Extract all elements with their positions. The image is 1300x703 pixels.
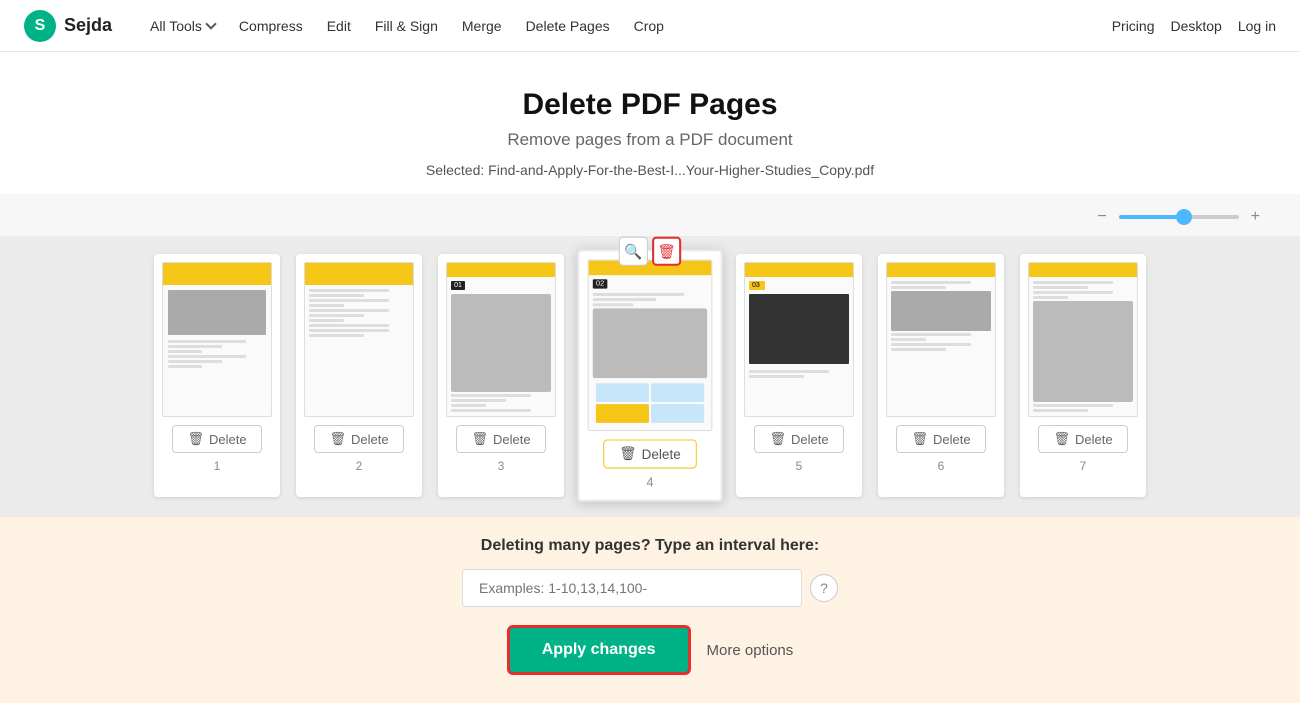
thumb-badge: 03 [749,281,765,290]
thumb-grid [593,380,707,426]
thumb-dark-block [749,294,849,364]
thumb-image [593,308,707,378]
interval-label: Deleting many pages? Type an interval he… [20,537,1280,555]
trash-icon: 🗑 [471,431,488,447]
thumb-body: 02 [589,275,712,430]
thumb-body: 01 [447,277,555,416]
page-card-2: 🗑 Delete 2 [296,254,422,497]
page-card-7: 🗑 Delete 7 [1020,254,1146,497]
desktop-link[interactable]: Desktop [1170,18,1221,34]
pricing-link[interactable]: Pricing [1112,18,1155,34]
logo-text: Sejda [64,15,112,36]
page-number-6: 6 [938,459,945,473]
page-thumb-3: 01 [446,262,556,417]
thumb-header [163,263,271,285]
thumb-body [887,277,995,416]
hero-section: Delete PDF Pages Remove pages from a PDF… [0,52,1300,194]
chevron-down-icon [205,18,216,29]
trash-icon: 🗑 [619,446,636,463]
page-thumb-1 [162,262,272,417]
delete-page-7-button[interactable]: 🗑 Delete [1038,425,1127,453]
zoom-page-button[interactable]: 🔍 [619,237,648,266]
thumb-image [891,291,991,331]
page-card-5: 03 🗑 Delete 5 [736,254,862,497]
thumb-image [168,290,266,335]
zoom-out-button[interactable]: − [1093,204,1110,230]
trash-icon: 🗑 [187,431,204,447]
thumb-body [163,285,271,373]
thumb-body: 03 [745,277,853,416]
selected-file: Selected: Find-and-Apply-For-the-Best-I.… [20,162,1280,178]
delete-page-5-button[interactable]: 🗑 Delete [754,425,843,453]
logo[interactable]: S Sejda [24,10,112,42]
card-actions: 🔍 🗑 [619,237,681,266]
page-thumb-4: 02 [588,260,713,432]
thumb-header [447,263,555,277]
thumb-image [451,294,551,392]
interval-row: ? [20,569,1280,607]
crop-link[interactable]: Crop [624,12,674,40]
trash-icon: 🗑 [769,431,786,447]
thumb-header [305,263,413,285]
page-number-1: 1 [214,459,221,473]
merge-link[interactable]: Merge [452,12,512,40]
page-thumb-5: 03 [744,262,854,417]
thumb-header [745,263,853,277]
pages-area: 🗑 Delete 1 [0,236,1300,517]
filename: Find-and-Apply-For-the-Best-I...Your-Hig… [488,162,874,178]
fill-sign-link[interactable]: Fill & Sign [365,12,448,40]
zoom-in-button[interactable]: + [1247,204,1264,230]
edit-link[interactable]: Edit [317,12,361,40]
page-card-4: 🔍 🗑 02 [577,249,723,502]
logo-icon: S [24,10,56,42]
page-card-1: 🗑 Delete 1 [154,254,280,497]
page-number-5: 5 [796,459,803,473]
thumb-body [305,285,413,416]
trash-icon: 🗑 [1053,431,1070,447]
more-options-link[interactable]: More options [707,642,794,659]
page-thumb-6 [886,262,996,417]
trash-icon: 🗑 [911,431,928,447]
thumb-header [887,263,995,277]
delete-page-4-button[interactable]: 🗑 Delete [604,439,697,468]
page-thumb-7 [1028,262,1138,417]
apply-changes-button[interactable]: Apply changes [507,625,691,675]
zoom-bar: − + [0,194,1300,236]
thumb-body [1029,277,1137,416]
thumb-image [1033,301,1133,402]
page-subtitle: Remove pages from a PDF document [20,130,1280,150]
nav-right: Pricing Desktop Log in [1112,18,1276,34]
zoom-slider[interactable] [1119,215,1239,219]
delete-page-3-button[interactable]: 🗑 Delete [456,425,545,453]
bottom-area: Deleting many pages? Type an interval he… [0,517,1300,703]
apply-row: Apply changes More options [20,625,1280,675]
interval-input[interactable] [462,569,802,607]
page-number-2: 2 [356,459,363,473]
nav-links: All Tools Compress Edit Fill & Sign Merg… [140,12,1112,40]
page-number-7: 7 [1080,459,1087,473]
page-thumb-2 [304,262,414,417]
thumb-badge: 01 [451,281,465,290]
page-card-6: 🗑 Delete 6 [878,254,1004,497]
page-title: Delete PDF Pages [20,88,1280,122]
delete-page-2-button[interactable]: 🗑 Delete [314,425,403,453]
delete-pages-link[interactable]: Delete Pages [516,12,620,40]
all-tools-link[interactable]: All Tools [140,12,225,40]
delete-page-icon-button[interactable]: 🗑 [652,237,681,266]
navbar: S Sejda All Tools Compress Edit Fill & S… [0,0,1300,52]
page-number-4: 4 [647,475,654,490]
page-card-3: 01 🗑 Delete 3 [438,254,564,497]
help-button[interactable]: ? [810,574,838,602]
main-content: Delete PDF Pages Remove pages from a PDF… [0,52,1300,703]
trash-icon: 🗑 [329,431,346,447]
login-link[interactable]: Log in [1238,18,1276,34]
compress-link[interactable]: Compress [229,12,313,40]
page-number-3: 3 [498,459,505,473]
thumb-header [1029,263,1137,277]
thumb-badge: 02 [593,279,608,288]
delete-page-1-button[interactable]: 🗑 Delete [172,425,261,453]
delete-page-6-button[interactable]: 🗑 Delete [896,425,985,453]
